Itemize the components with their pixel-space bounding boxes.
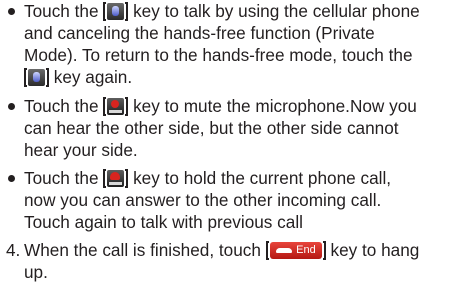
text-segment: Touch the — [24, 1, 104, 21]
text-segment: When the call is finished, touch — [24, 240, 266, 260]
text-segment: Touch the — [24, 168, 104, 188]
handset-icon — [275, 248, 292, 253]
text-line: Touch again to talk with previous call — [24, 212, 303, 232]
text-line: hear your side. — [24, 140, 138, 160]
private-mode-key-icon — [24, 68, 49, 87]
text-segment: key to talk by using the cellular phone — [128, 1, 420, 21]
text-segment: key to hang — [325, 240, 420, 260]
text-segment: key to mute the microphone.Now you — [128, 96, 417, 116]
bullet-icon — [8, 8, 15, 15]
text-line: Touch the key to mute the microphone.Now… — [24, 95, 417, 117]
end-call-key-icon: End — [265, 241, 326, 260]
text-line: Mode). To return to the hands-free mode,… — [24, 45, 413, 65]
instructions-document: Touch the key to talk by using the cellu… — [0, 0, 468, 285]
text-line: can hear the other side, but the other s… — [24, 118, 399, 138]
mute-key-icon — [103, 97, 129, 116]
end-key-label: End — [296, 244, 316, 256]
step-number: 4. — [6, 240, 21, 260]
text-line: up. — [24, 262, 48, 282]
bullet-icon — [8, 103, 15, 110]
text-line: and canceling the hands-free function (P… — [24, 23, 375, 43]
text-segment: key to hold the current phone call, — [128, 168, 392, 188]
text-line: key again. — [24, 66, 132, 88]
hold-key-icon — [103, 169, 129, 188]
text-line: Touch the key to hold the current phone … — [24, 167, 391, 189]
text-segment: Touch the — [24, 96, 104, 116]
private-mode-key-icon — [103, 2, 129, 21]
text-line: When the call is finished, touch End key… — [24, 239, 419, 261]
text-line: Touch the key to talk by using the cellu… — [24, 0, 420, 22]
bullet-icon — [8, 175, 15, 182]
text-segment: key again. — [49, 67, 133, 87]
text-line: now you can answer to the other incoming… — [24, 190, 382, 210]
